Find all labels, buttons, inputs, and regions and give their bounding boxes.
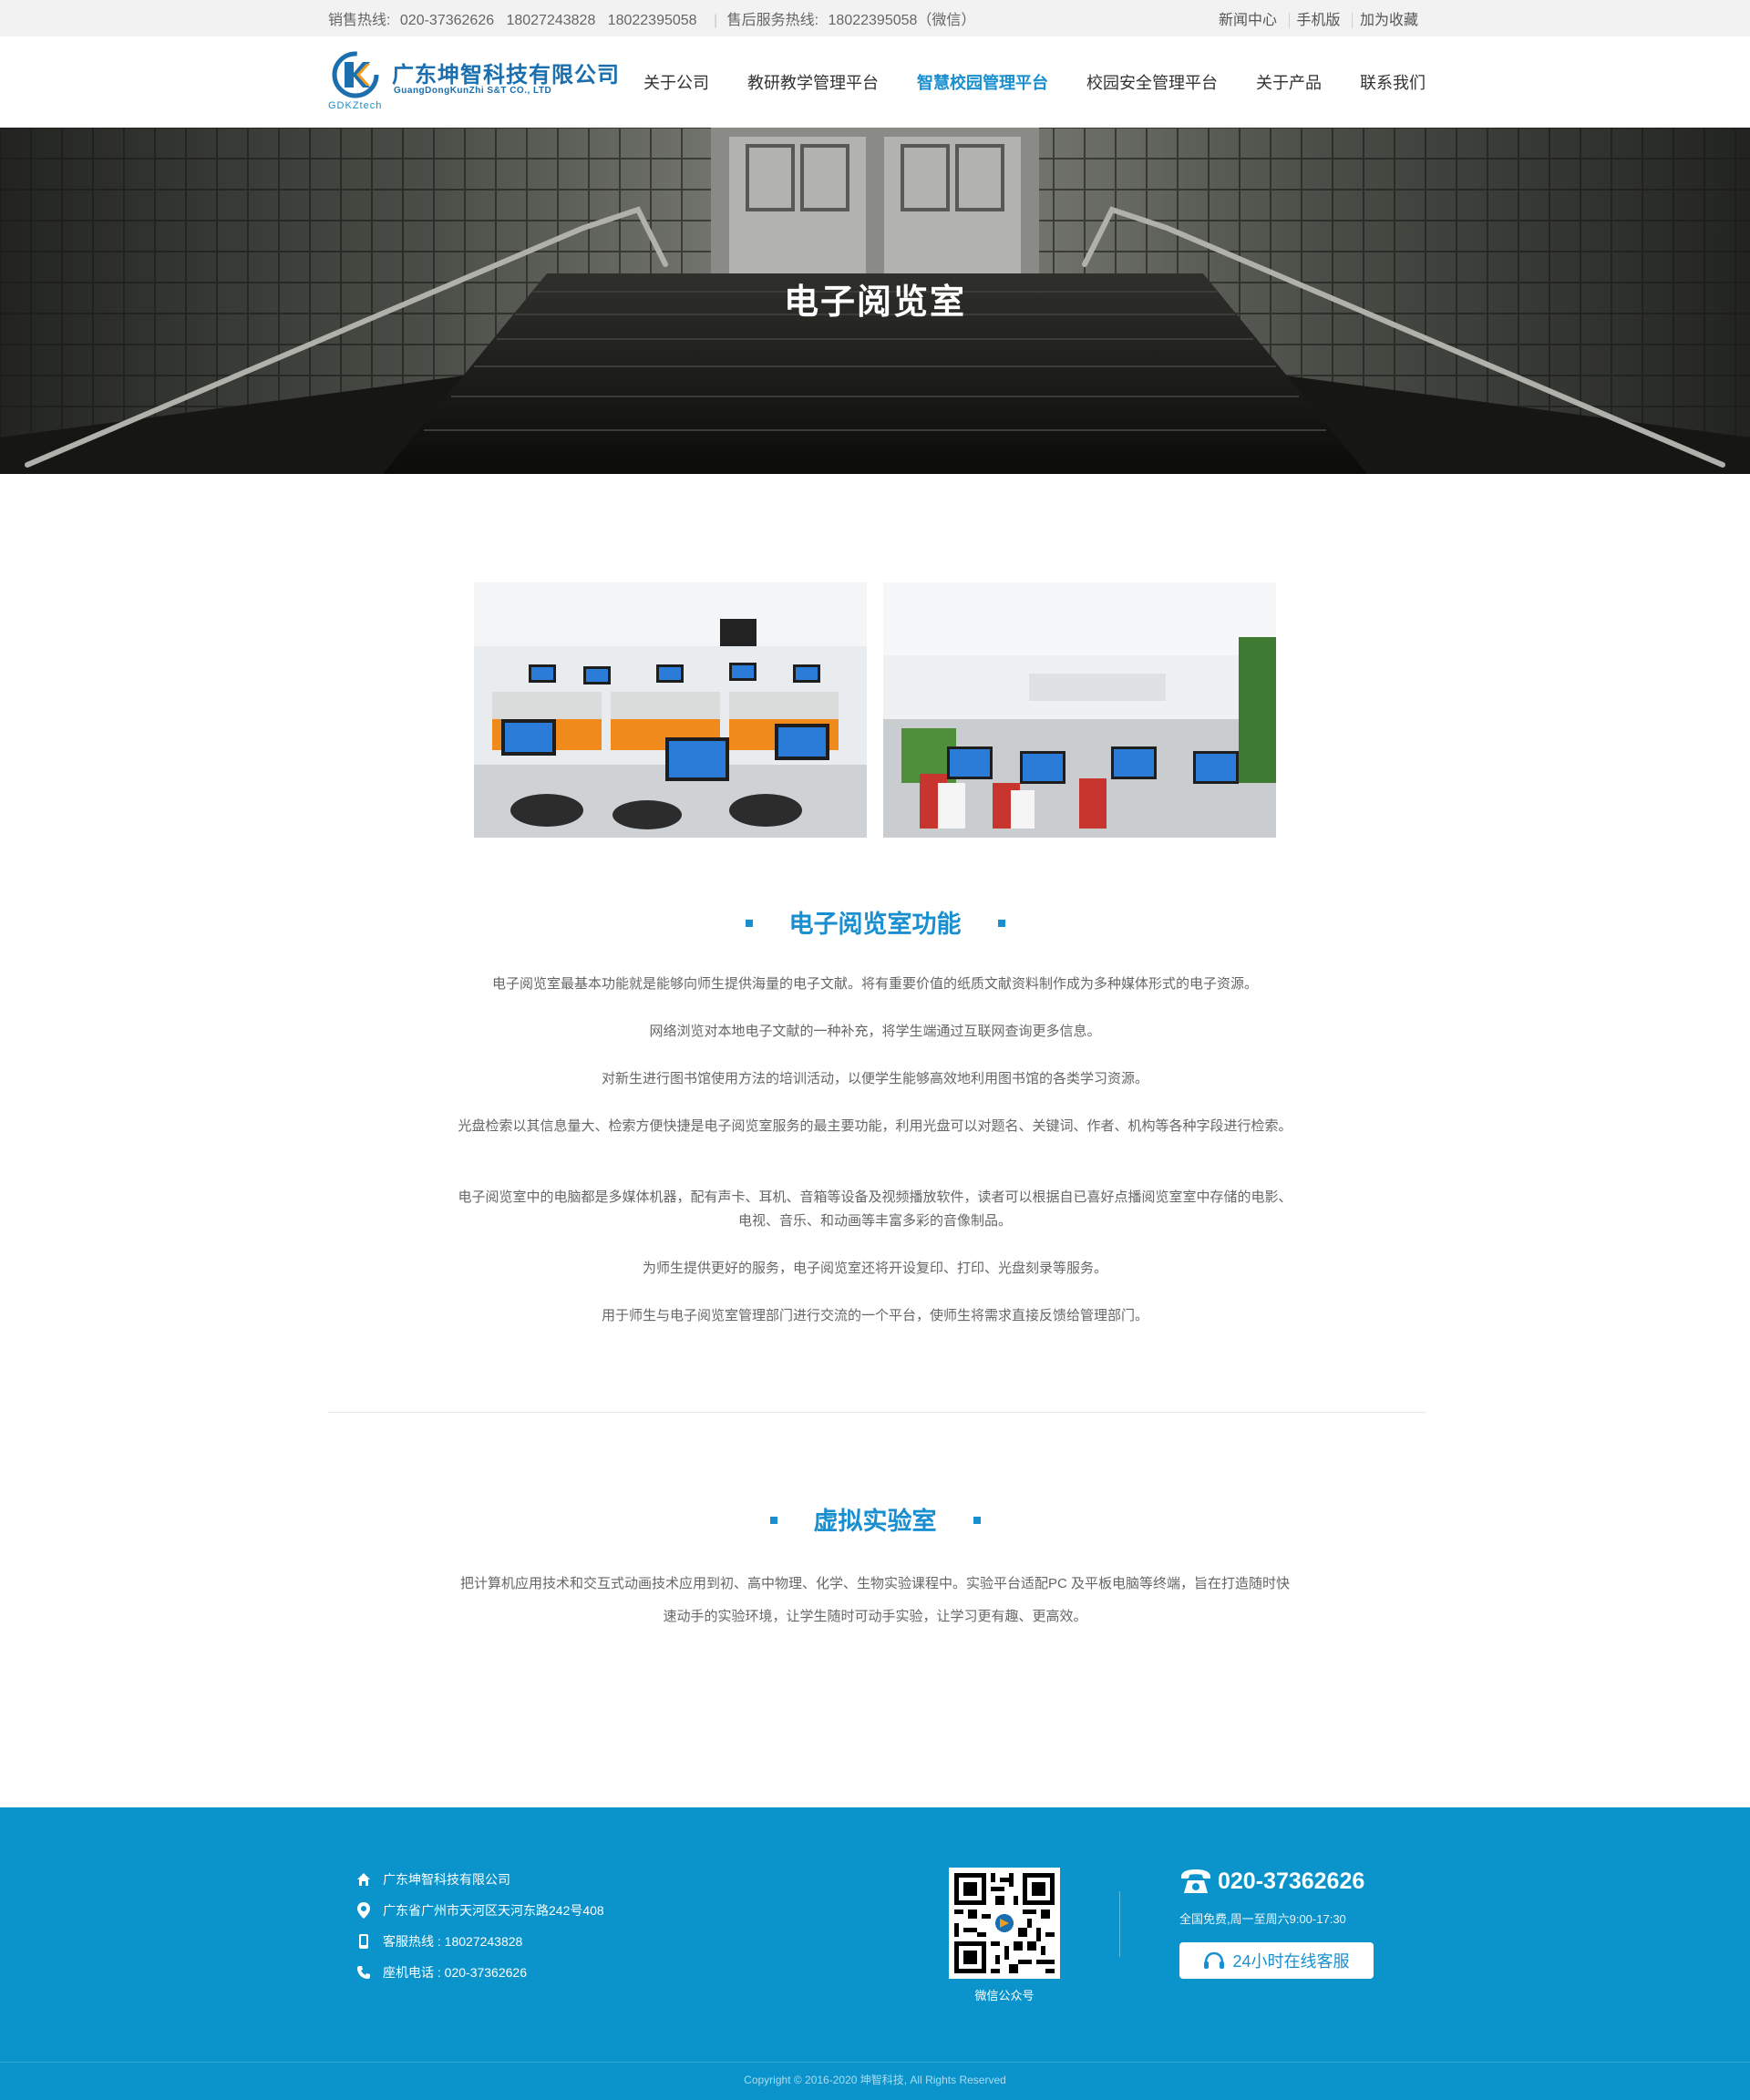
page-banner: 电子阅览室 — [0, 128, 1750, 474]
nav-teaching-platform[interactable]: 教研教学管理平台 — [747, 70, 879, 94]
footer-hotline-row: 客服热线 : 18027243828 — [355, 1926, 604, 1957]
sales-hotline-numbers: 020-37362626 18027243828 18022395058 — [399, 13, 697, 28]
reading-room-photo-1 — [474, 582, 867, 838]
footer-hotline: 客服热线 : 18027243828 — [383, 1934, 523, 1949]
nav-smart-campus-platform[interactable]: 智慧校园管理平台 — [917, 70, 1048, 94]
virtual-lab-paragraph: 把计算机应用技术和交互式动画技术应用到初、高中物理、化学、生物实验课程中。实验平… — [459, 1576, 1290, 1624]
service-hotline-label: 售后服务热线: — [726, 13, 819, 28]
title-dot-icon — [769, 1516, 777, 1524]
telephone-icon — [1181, 1869, 1210, 1893]
top-links: 新闻中心 手机版 加为收藏 — [1211, 7, 1426, 29]
sales-hotline-label: 销售热线: — [328, 13, 391, 28]
logo-company-name: 广东坤智科技有限公司 — [392, 63, 620, 88]
company-logo[interactable]: 广东坤智科技有限公司 GuangDongKunZhi S&T CO., LTD … — [328, 49, 619, 113]
footer-address-row: 广东省广州市天河区天河东路242号408 — [355, 1895, 604, 1926]
headset-icon — [1204, 1951, 1225, 1969]
nav-contact-us[interactable]: 联系我们 — [1360, 70, 1426, 94]
hotline-info: 销售热线: 020-37362626 18027243828 180223950… — [328, 7, 981, 29]
footer-divider — [1119, 1891, 1120, 1957]
students-computer-room-image — [883, 582, 1276, 838]
footer-landline: 座机电话 : 020-37362626 — [383, 1965, 527, 1980]
function-paragraph: 为师生提供更好的服务，电子阅览室还将开设复印、打印、光盘刻录等服务。 — [642, 1261, 1107, 1276]
section-title-text: 虚拟实验室 — [813, 1508, 937, 1535]
copyright-text: Copyright © 2016-2020 坤智科技, All Rights R… — [744, 2074, 1006, 2086]
link-mobile-version[interactable]: 手机版 — [1288, 13, 1348, 28]
logo-mark-icon — [332, 51, 379, 98]
footer-service-hours: 全国免费,周一至周六9:00-17:30 — [1179, 1912, 1346, 1926]
location-pin-icon — [355, 1902, 372, 1919]
function-paragraph: 电子阅览室中的电脑都是多媒体机器，配有声卡、耳机、音箱等设备及视频播放软件，读者… — [458, 1189, 1292, 1229]
site-footer: 广东坤智科技有限公司 广东省广州市天河区天河东路242号408 客服热线 : 1… — [0, 1807, 1750, 2100]
title-dot-icon — [745, 919, 753, 927]
section-title-text: 电子阅览室功能 — [788, 911, 962, 938]
footer-phone-number: 020-37362626 — [1218, 1868, 1365, 1894]
link-news-center[interactable]: 新闻中心 — [1211, 13, 1284, 28]
mobile-phone-icon — [355, 1933, 372, 1950]
nav-about-products[interactable]: 关于产品 — [1256, 70, 1322, 94]
banner-title: 电子阅览室 — [783, 283, 966, 322]
function-paragraph: 光盘检索以其信息量大、检索方便快捷是电子阅览室服务的最主要功能，利用光盘可以对题… — [458, 1118, 1292, 1134]
footer-address: 广东省广州市天河区天河东路242号408 — [383, 1903, 604, 1918]
footer-company-name: 广东坤智科技有限公司 — [383, 1872, 510, 1887]
qr-code-label: 微信公众号 — [974, 1989, 1035, 2002]
footer-landline-row: 座机电话 : 020-37362626 — [355, 1957, 604, 1988]
telephone-icon — [355, 1964, 372, 1981]
function-paragraph: 网络浏览对本地电子文献的一种补充，将学生端通过互联网查询更多信息。 — [649, 1024, 1101, 1039]
link-add-favorite[interactable]: 加为收藏 — [1351, 13, 1426, 28]
home-icon — [355, 1871, 372, 1888]
computer-room-image — [474, 582, 867, 838]
function-paragraph: 对新生进行图书馆使用方法的培训活动，以便学生能够高效地利用图书馆的各类学习资源。 — [601, 1071, 1148, 1086]
title-dot-icon — [973, 1516, 981, 1524]
qr-code-image — [954, 1873, 1055, 1973]
logo-english-name: GuangDongKunZhi S&T CO., LTD — [394, 86, 552, 96]
reading-room-photo-2 — [883, 582, 1276, 838]
footer-divider-line — [0, 2062, 1750, 2063]
nav-campus-safety-platform[interactable]: 校园安全管理平台 — [1086, 70, 1218, 94]
footer-contact-info: 广东坤智科技有限公司 广东省广州市天河区天河东路242号408 客服热线 : 1… — [355, 1864, 604, 1988]
footer-phone: 020-37362626 — [1179, 1868, 1364, 1895]
section-divider — [328, 1412, 1426, 1413]
section-title-virtual-lab: 虚拟实验室 — [0, 1501, 1750, 1537]
service-hotline-number: 18022395058（微信） — [828, 13, 976, 28]
site-header: 广东坤智科技有限公司 GuangDongKunZhi S&T CO., LTD … — [0, 36, 1750, 128]
top-bar: 销售热线: 020-37362626 18027243828 180223950… — [0, 0, 1750, 36]
title-dot-icon — [997, 919, 1005, 927]
online-service-label: 24小时在线客服 — [1232, 1952, 1350, 1971]
footer-company-row: 广东坤智科技有限公司 — [355, 1864, 604, 1895]
main-nav: 关于公司 教研教学管理平台 智慧校园管理平台 校园安全管理平台 关于产品 联系我… — [605, 36, 1426, 128]
function-paragraph: 用于师生与电子阅览室管理部门进行交流的一个平台，使师生将需求直接反馈给管理部门。 — [601, 1308, 1148, 1323]
section-title-reading-room-functions: 电子阅览室功能 — [0, 904, 1750, 940]
online-service-button[interactable]: 24小时在线客服 — [1179, 1942, 1374, 1979]
wechat-qr-code — [949, 1868, 1060, 1979]
logo-tagline: GDKZtech — [328, 100, 383, 111]
function-paragraph: 电子阅览室最基本功能就是能够向师生提供海量的电子文献。将有重要价值的纸质文献资料… — [491, 976, 1258, 992]
divider: | — [714, 13, 718, 28]
nav-about-company[interactable]: 关于公司 — [643, 70, 709, 94]
